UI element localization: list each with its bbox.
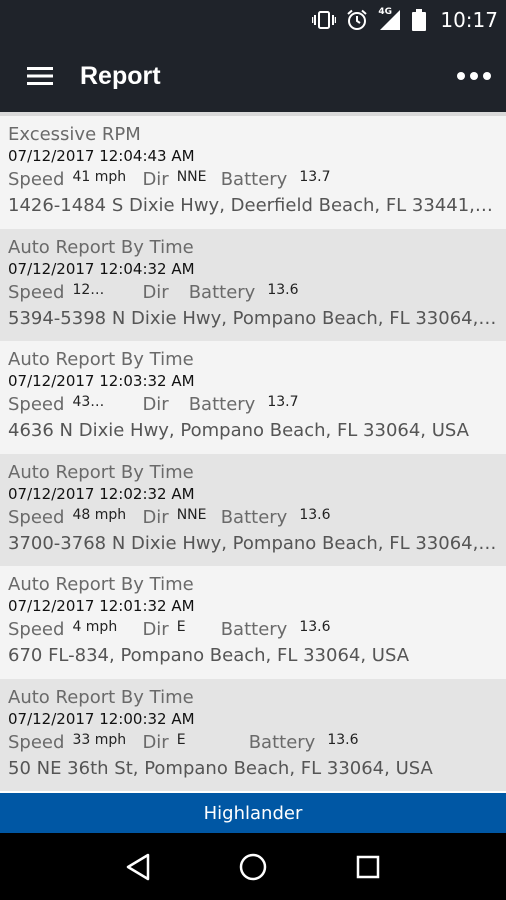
speed-label: Speed [8,281,65,303]
speed-value: 33 mph [72,731,127,748]
speed-value: 12… [72,281,105,298]
speed-value: 48 mph [72,506,127,523]
report-type: Excessive RPM [8,124,141,145]
battery-label: Battery [220,169,288,190]
speed-value: 4 mph [72,619,118,635]
dir-label: Dir [142,394,169,415]
battery-label: Battery [188,394,256,415]
network-label: 4G [378,7,393,17]
battery-value: 13.6 [267,281,299,298]
report-type: Auto Report By Time [8,686,194,708]
report-item[interactable]: Auto Report By Time 07/12/2017 12:00:32 … [0,678,506,791]
battery-label: Battery [248,731,316,753]
report-metrics: Speed 41 mph Dir NNE Battery 13.7 [8,166,498,194]
vehicle-name: Highlander [203,802,303,824]
home-button[interactable] [223,837,283,897]
page-title: Report [80,61,161,90]
report-timestamp: 07/12/2017 12:01:32 AM [8,597,195,615]
battery-value: 13.6 [299,506,331,523]
signal-4g-icon: 4G [378,7,402,31]
report-address: 5394-5398 N Dixie Hwy, Pompano Beach, FL… [8,307,497,329]
speed-label: Speed [8,169,65,190]
battery-label: Battery [188,281,256,303]
more-vert-icon [457,72,491,80]
report-address: 3700-3768 N Dixie Hwy, Pompano Beach, FL… [8,532,497,554]
report-type: Auto Report By Time [8,461,194,483]
battery-label: Battery [220,619,288,640]
menu-button[interactable] [0,40,80,112]
status-bar: 4G 10:17 [0,0,506,40]
report-metrics: Speed 12… Dir Battery 13.6 [8,279,498,307]
report-item[interactable]: Auto Report By Time 07/12/2017 12:01:32 … [0,566,506,679]
battery-value: 13.6 [327,731,359,748]
status-time: 10:17 [440,8,498,32]
speed-label: Speed [8,394,65,415]
report-metrics: Speed 48 mph Dir NNE Battery 13.6 [8,504,498,532]
navigation-bar [0,833,506,900]
report-item[interactable]: Excessive RPM 07/12/2017 12:04:43 AM Spe… [0,116,506,229]
back-button[interactable] [108,837,168,897]
battery-value: 13.7 [299,169,331,185]
report-address: 4636 N Dixie Hwy, Pompano Beach, FL 3306… [8,420,469,441]
speed-label: Speed [8,506,65,528]
dir-value: E [176,619,186,635]
dir-value: NNE [176,506,207,523]
dir-label: Dir [142,619,169,640]
dir-label: Dir [142,731,169,753]
report-timestamp: 07/12/2017 12:02:32 AM [8,484,195,503]
overflow-menu-button[interactable] [442,40,506,112]
report-type: Auto Report By Time [8,236,194,258]
report-timestamp: 07/12/2017 12:03:32 AM [8,372,195,390]
dir-label: Dir [142,506,169,528]
report-timestamp: 07/12/2017 12:04:43 AM [8,147,195,165]
dir-label: Dir [142,169,169,190]
home-icon [239,853,267,880]
recents-icon [357,855,380,878]
report-address: 670 FL-834, Pompano Beach, FL 33064, USA [8,645,410,666]
report-type: Auto Report By Time [8,574,194,595]
speed-label: Speed [8,731,65,753]
dir-label: Dir [142,281,169,303]
speed-value: 43… [72,394,105,410]
report-address: 1426-1484 S Dixie Hwy, Deerfield Beach, … [8,195,493,216]
dir-value: E [176,731,186,748]
hamburger-menu-icon [27,67,53,85]
report-item[interactable]: Auto Report By Time 07/12/2017 12:04:32 … [0,228,506,341]
report-timestamp: 07/12/2017 12:04:32 AM [8,259,195,278]
report-address: 50 NE 36th St, Pompano Beach, FL 33064, … [8,757,433,779]
dir-value: NNE [176,169,207,185]
alarm-icon [346,9,368,31]
report-metrics: Speed 4 mph Dir E Battery 13.6 [8,616,498,644]
battery-icon [412,9,427,31]
report-item[interactable]: Auto Report By Time 07/12/2017 12:02:32 … [0,453,506,566]
vehicle-footer[interactable]: Highlander [0,793,506,833]
report-timestamp: 07/12/2017 12:00:32 AM [8,709,195,728]
battery-value: 13.7 [267,394,299,410]
vibrate-icon [312,10,337,30]
report-item[interactable]: Auto Report By Time 07/12/2017 12:03:32 … [0,341,506,454]
report-metrics: Speed 43… Dir Battery 13.7 [8,391,498,419]
report-metrics: Speed 33 mph Dir E Battery 13.6 [8,729,498,757]
report-type: Auto Report By Time [8,349,194,370]
app-bar: Report [0,40,506,112]
report-list[interactable]: Excessive RPM 07/12/2017 12:04:43 AM Spe… [0,112,506,793]
speed-value: 41 mph [72,169,127,185]
recents-button[interactable] [338,837,398,897]
speed-label: Speed [8,619,65,640]
battery-label: Battery [220,506,288,528]
battery-value: 13.6 [299,619,331,635]
back-icon [126,853,149,880]
